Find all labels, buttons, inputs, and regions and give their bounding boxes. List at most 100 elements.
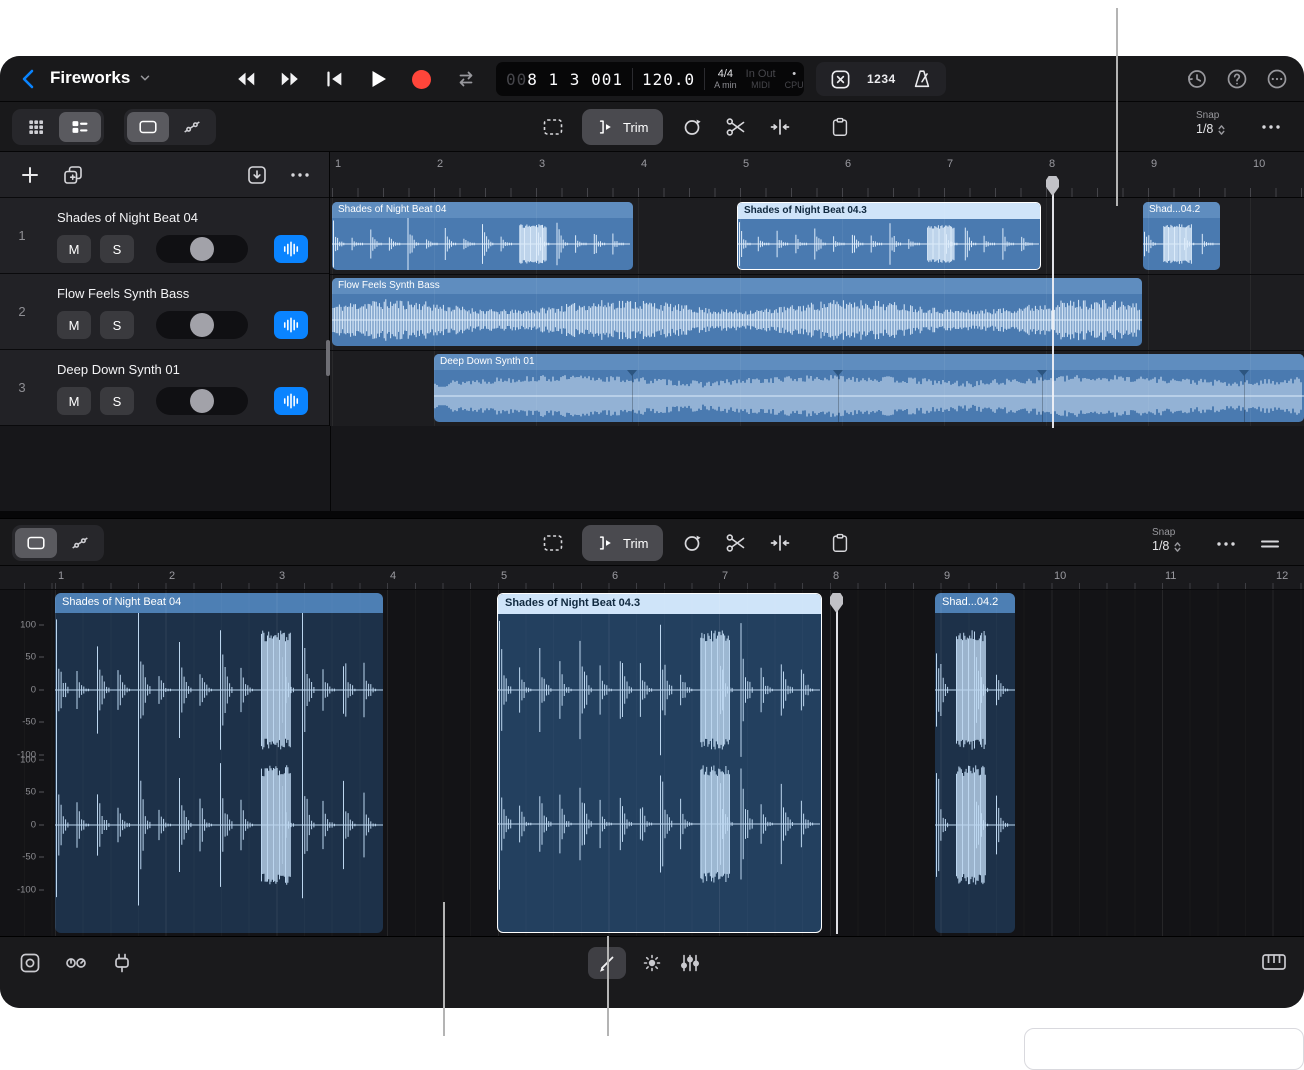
cycle-button[interactable] — [452, 64, 479, 94]
forward-button[interactable] — [276, 64, 303, 94]
editor-automation-button[interactable] — [59, 528, 101, 558]
editor-regions-button[interactable] — [15, 528, 57, 558]
add-track-button[interactable] — [17, 162, 43, 188]
go-to-beginning-icon — [322, 68, 346, 90]
track-editor-button[interactable] — [274, 235, 308, 263]
waveform — [55, 613, 383, 933]
editor-marquee-tool-button[interactable] — [538, 528, 568, 558]
solo-button[interactable]: S — [100, 235, 134, 263]
clipboard-icon — [829, 116, 851, 138]
track-editor-button[interactable] — [274, 311, 308, 339]
no-count-in-button[interactable] — [829, 68, 852, 91]
editor-trim-tool-button[interactable]: Trim — [582, 525, 663, 561]
metronome-button[interactable] — [911, 68, 933, 90]
faders-tool-button[interactable] — [678, 951, 702, 975]
snap-control[interactable]: Snap 1/8 — [1196, 110, 1227, 137]
loop-tool-button[interactable] — [677, 112, 707, 142]
regions-display-button[interactable] — [127, 112, 169, 142]
callout-line-bottom-left — [443, 902, 445, 1036]
panel-divider — [330, 426, 331, 511]
more-button[interactable] — [1264, 66, 1290, 92]
plugins-button[interactable] — [108, 949, 136, 977]
editor-split-divider[interactable] — [0, 511, 1304, 518]
region-flow-feels-synth-bass[interactable]: Flow Feels Synth Bass — [332, 278, 1142, 346]
doc-figure: { "app": { "title": "Fireworks" }, "tran… — [0, 0, 1304, 1054]
editor-more-button[interactable] — [1213, 531, 1239, 557]
editor-join-tool-button[interactable] — [765, 528, 795, 558]
help-button[interactable] — [1224, 66, 1250, 92]
editor-resize-handle[interactable] — [1257, 531, 1283, 557]
track-panel-more-button[interactable] — [287, 162, 313, 188]
ruler-number: 5 — [501, 570, 507, 582]
paste-button[interactable] — [825, 112, 855, 142]
import-button[interactable] — [244, 162, 270, 188]
track-editor-button[interactable] — [274, 387, 308, 415]
arrange-ruler[interactable]: 1 2 3 4 5 6 7 8 9 10 — [330, 152, 1304, 198]
marquee-tool-button[interactable] — [538, 112, 568, 142]
grid-view-button[interactable] — [15, 112, 57, 142]
lcd-display[interactable]: 008 1 3 001 120.0 4/4 A min In Out MIDI … — [496, 62, 804, 96]
region-shades-of-night-beat-04[interactable]: Shades of Night Beat 04 — [332, 202, 633, 270]
callout-line-top — [1116, 8, 1118, 206]
mute-button[interactable]: M — [57, 311, 91, 339]
bottom-bar — [0, 936, 1304, 1008]
region-label: Shades of Night Beat 04 — [62, 596, 181, 608]
region-deep-down-synth-01[interactable]: Deep Down Synth 01 — [434, 354, 1304, 422]
browser-button[interactable] — [16, 949, 44, 977]
arrange-playhead-line — [1052, 194, 1054, 428]
join-tool-button[interactable] — [765, 112, 795, 142]
scissors-icon — [724, 531, 748, 555]
bottom-right-buttons — [1260, 949, 1288, 975]
volume-slider[interactable] — [156, 387, 248, 415]
keyboard-button[interactable] — [1260, 949, 1288, 975]
ruler-number: 2 — [437, 158, 443, 170]
region-shad-04-2[interactable]: Shad...04.2 — [1143, 202, 1220, 270]
track-header-1[interactable]: 1 Shades of Night Beat 04 M S — [0, 198, 329, 274]
region-shades-of-night-beat-04-3[interactable]: Shades of Night Beat 04.3 — [737, 202, 1041, 270]
history-button[interactable] — [1184, 66, 1210, 92]
ruler-ticks — [330, 188, 1304, 197]
editor-loop-tool-button[interactable] — [677, 528, 707, 558]
ruler-number: 3 — [539, 158, 545, 170]
mixer-knobs-icon — [63, 951, 89, 975]
editor-ruler[interactable]: 1 2 3 4 5 6 7 8 9 10 11 12 — [0, 566, 1304, 590]
track-header-2[interactable]: 2 Flow Feels Synth Bass M S — [0, 274, 329, 350]
rewind-button[interactable] — [232, 64, 259, 94]
app-window: Fireworks 008 1 3 001 — [0, 56, 1304, 1008]
toolbar-more-button[interactable] — [1258, 114, 1284, 140]
editor-paste-button[interactable] — [825, 528, 855, 558]
cpu-display: • CPU — [785, 68, 804, 91]
editor-snap-control[interactable]: Snap 1/8 — [1152, 527, 1183, 554]
duplicate-track-button[interactable] — [60, 162, 86, 188]
velocity-tool-button[interactable] — [640, 951, 664, 975]
volume-slider[interactable] — [156, 235, 248, 263]
automation-icon — [181, 116, 203, 138]
count-in-button[interactable]: 1234 — [867, 72, 896, 86]
play-button[interactable] — [364, 64, 391, 94]
tracks-view-button[interactable] — [59, 112, 101, 142]
back-button[interactable] — [16, 66, 42, 92]
ruler-number: 9 — [1151, 158, 1157, 170]
record-button[interactable] — [408, 64, 435, 94]
editor-region-shad-04-2[interactable]: Shad...04.2 — [935, 593, 1015, 933]
volume-slider[interactable] — [156, 311, 248, 339]
track-header-3[interactable]: 3 Deep Down Synth 01 M S — [0, 350, 329, 426]
editor-region-shades-of-night-beat-04[interactable]: Shades of Night Beat 04 — [55, 593, 383, 933]
pane-resize-handle[interactable] — [326, 340, 330, 376]
faders-icon — [678, 951, 702, 975]
automation-display-button[interactable] — [171, 112, 213, 142]
project-title-menu[interactable]: Fireworks — [50, 68, 152, 88]
ruler-number: 2 — [169, 570, 175, 582]
trim-tool-button[interactable]: Trim — [582, 109, 663, 145]
mute-button[interactable]: M — [57, 387, 91, 415]
editor-split-tool-button[interactable] — [721, 528, 751, 558]
waveform-thumbnail — [434, 370, 1304, 422]
split-tool-button[interactable] — [721, 112, 751, 142]
grid-view-icon — [26, 117, 46, 137]
solo-button[interactable]: S — [100, 311, 134, 339]
mute-button[interactable]: M — [57, 235, 91, 263]
editor-region-shades-of-night-beat-04-3[interactable]: Shades of Night Beat 04.3 — [497, 593, 822, 933]
go-to-beginning-button[interactable] — [320, 64, 347, 94]
mixer-button[interactable] — [62, 949, 90, 977]
solo-button[interactable]: S — [100, 387, 134, 415]
